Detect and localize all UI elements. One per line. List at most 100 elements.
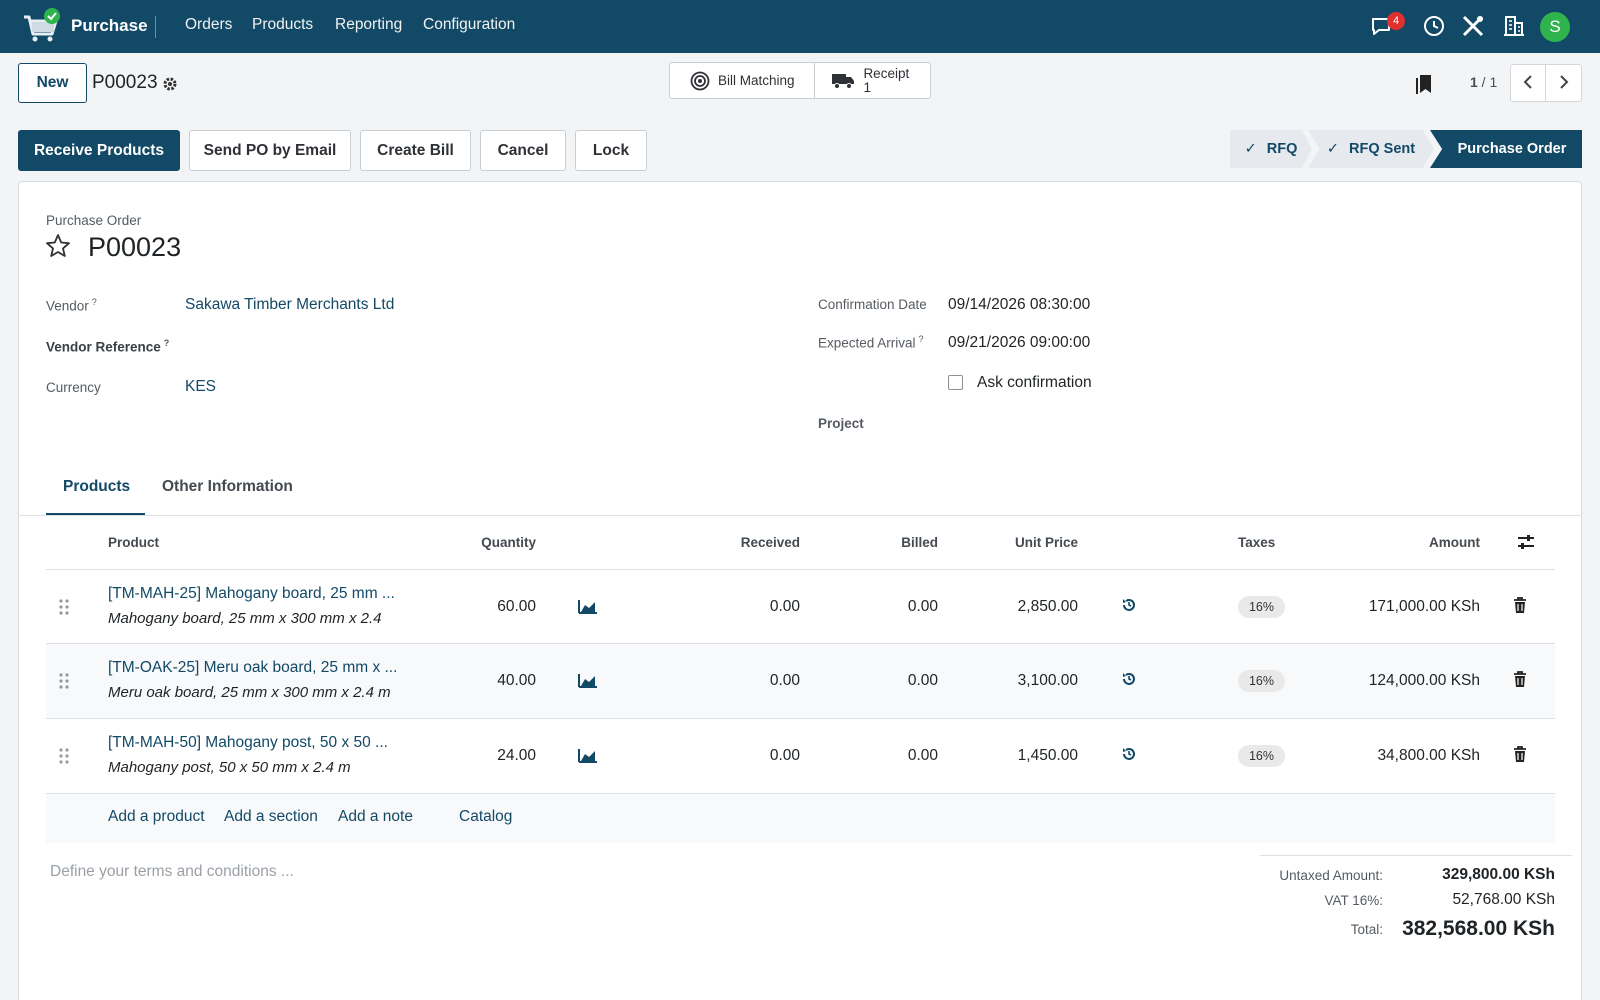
- receipt-button[interactable]: Receipt 1: [815, 63, 930, 98]
- status-purchase-order[interactable]: Purchase Order: [1430, 130, 1582, 168]
- check-icon: ✓: [1244, 141, 1257, 157]
- smart-buttons: Bill Matching Receipt 1: [669, 62, 931, 99]
- billed-cell: 0.00: [907, 598, 938, 615]
- status-rfq[interactable]: ✓ RFQ: [1230, 130, 1312, 168]
- create-bill-button[interactable]: Create Bill: [360, 130, 471, 171]
- drag-handle-icon[interactable]: [58, 672, 70, 693]
- product-name[interactable]: [TM-MAH-50] Mahogany post, 50 x 50 ...: [108, 734, 388, 752]
- currency-label: Currency: [46, 380, 101, 395]
- column-header-product[interactable]: Product: [108, 535, 159, 550]
- pager-total: 1: [1489, 74, 1498, 90]
- total-value: 382,568.00 KSh: [1402, 917, 1555, 940]
- ask-confirmation-checkbox[interactable]: [948, 375, 963, 390]
- add-section-link[interactable]: Add a section: [224, 808, 318, 826]
- pager-previous-button[interactable]: [1510, 64, 1546, 102]
- tax-badge[interactable]: 16%: [1238, 670, 1285, 692]
- drag-handle-icon[interactable]: [58, 747, 70, 768]
- status-purchase-order-label: Purchase Order: [1457, 141, 1567, 157]
- app-name[interactable]: Purchase: [71, 16, 148, 36]
- confirmation-date-field[interactable]: 09/14/2026 08:30:00: [948, 296, 1090, 314]
- vendor-label-text: Vendor: [46, 298, 89, 314]
- receive-products-button[interactable]: Receive Products: [18, 130, 180, 171]
- vendor-reference-field[interactable]: [185, 333, 745, 357]
- forecast-chart-icon[interactable]: [578, 598, 598, 617]
- purchase-cart-icon[interactable]: [22, 7, 60, 45]
- catalog-link[interactable]: Catalog: [459, 808, 512, 826]
- amount-cell: 124,000.00 KSh: [1368, 672, 1480, 689]
- send-po-by-email-button[interactable]: Send PO by Email: [189, 130, 351, 171]
- bookmark-icon[interactable]: [1415, 73, 1433, 95]
- check-icon: ✓: [1326, 141, 1340, 157]
- menu-reporting[interactable]: Reporting: [335, 16, 402, 34]
- menu-products[interactable]: Products: [252, 16, 313, 34]
- company-building-icon[interactable]: [1501, 13, 1527, 39]
- drag-handle-icon[interactable]: [58, 598, 70, 619]
- unit-price-cell[interactable]: 3,100.00: [978, 672, 1078, 690]
- bill-matching-button[interactable]: Bill Matching: [670, 63, 816, 98]
- cancel-button[interactable]: Cancel: [480, 130, 566, 171]
- tab-other-information[interactable]: Other Information: [162, 478, 293, 496]
- menu-configuration[interactable]: Configuration: [423, 16, 515, 34]
- tax-badge[interactable]: 16%: [1238, 745, 1285, 767]
- record-title: P00023: [88, 232, 182, 262]
- confirmation-date-label: Confirmation Date: [818, 297, 927, 312]
- trash-icon[interactable]: [1513, 671, 1527, 691]
- column-header-billed[interactable]: Billed: [838, 535, 938, 550]
- status-rfq-sent[interactable]: ✓ RFQ Sent: [1308, 130, 1434, 168]
- terms-conditions-field[interactable]: Define your terms and conditions ...: [50, 863, 294, 881]
- clock-icon[interactable]: [1421, 13, 1447, 39]
- add-note-link[interactable]: Add a note: [338, 808, 413, 826]
- unit-price-cell[interactable]: 1,450.00: [978, 747, 1078, 765]
- quantity-cell[interactable]: 40.00: [436, 672, 536, 690]
- add-product-link[interactable]: Add a product: [108, 808, 205, 826]
- optional-columns-sliders-icon[interactable]: [1516, 532, 1536, 552]
- column-header-taxes[interactable]: Taxes: [1238, 535, 1275, 550]
- gear-icon[interactable]: [162, 76, 178, 92]
- forecast-chart-icon[interactable]: [578, 672, 598, 691]
- tools-icon[interactable]: [1460, 13, 1486, 39]
- received-cell[interactable]: 0.00: [700, 598, 800, 616]
- vendor-reference-label: Vendor Reference?: [46, 338, 169, 355]
- forecast-chart-icon[interactable]: [578, 747, 598, 766]
- currency-field[interactable]: KES: [185, 378, 216, 396]
- column-header-unit-price[interactable]: Unit Price: [978, 535, 1078, 550]
- lock-button[interactable]: Lock: [575, 130, 647, 171]
- column-header-quantity[interactable]: Quantity: [436, 535, 536, 550]
- help-mark[interactable]: ?: [919, 334, 924, 344]
- ask-confirmation-label[interactable]: Ask confirmation: [977, 374, 1092, 392]
- price-history-icon[interactable]: [1121, 671, 1137, 690]
- unit-price-cell[interactable]: 2,850.00: [978, 598, 1078, 616]
- product-name[interactable]: [TM-MAH-25] Mahogany board, 25 mm ...: [108, 585, 395, 603]
- bullseye-icon: [690, 71, 710, 91]
- user-avatar[interactable]: S: [1540, 12, 1570, 42]
- quantity-cell[interactable]: 60.00: [436, 598, 536, 616]
- column-header-received[interactable]: Received: [700, 535, 800, 550]
- breadcrumb-record: P00023: [92, 72, 158, 93]
- new-button[interactable]: New: [18, 63, 87, 103]
- title-label: Purchase Order: [46, 213, 142, 228]
- menu-orders[interactable]: Orders: [185, 16, 232, 34]
- expected-arrival-field[interactable]: 09/21/2026 09:00:00: [948, 334, 1090, 352]
- pager[interactable]: 1 / 1: [1470, 74, 1497, 90]
- vendor-field[interactable]: Sakawa Timber Merchants Ltd: [185, 296, 394, 314]
- trash-icon[interactable]: [1513, 746, 1527, 766]
- bill-matching-label: Bill Matching: [718, 73, 795, 88]
- untaxed-amount-label: Untaxed Amount:: [1279, 868, 1383, 883]
- pager-next-button[interactable]: [1546, 64, 1582, 102]
- price-history-icon[interactable]: [1121, 597, 1137, 616]
- vat-label: VAT 16%:: [1324, 893, 1383, 908]
- help-mark[interactable]: ?: [164, 338, 170, 348]
- price-history-icon[interactable]: [1121, 746, 1137, 765]
- product-name[interactable]: [TM-OAK-25] Meru oak board, 25 mm x ...: [108, 659, 397, 677]
- tab-products[interactable]: Products: [63, 478, 130, 496]
- tax-badge[interactable]: 16%: [1238, 596, 1285, 618]
- column-header-amount[interactable]: Amount: [1380, 535, 1480, 550]
- project-field[interactable]: [948, 410, 1548, 434]
- help-mark[interactable]: ?: [92, 297, 97, 307]
- star-icon[interactable]: [45, 233, 71, 259]
- quantity-cell[interactable]: 24.00: [436, 747, 536, 765]
- received-cell[interactable]: 0.00: [700, 672, 800, 690]
- trash-icon[interactable]: [1513, 597, 1527, 617]
- chevron-left-icon: [1522, 74, 1534, 93]
- received-cell[interactable]: 0.00: [700, 747, 800, 765]
